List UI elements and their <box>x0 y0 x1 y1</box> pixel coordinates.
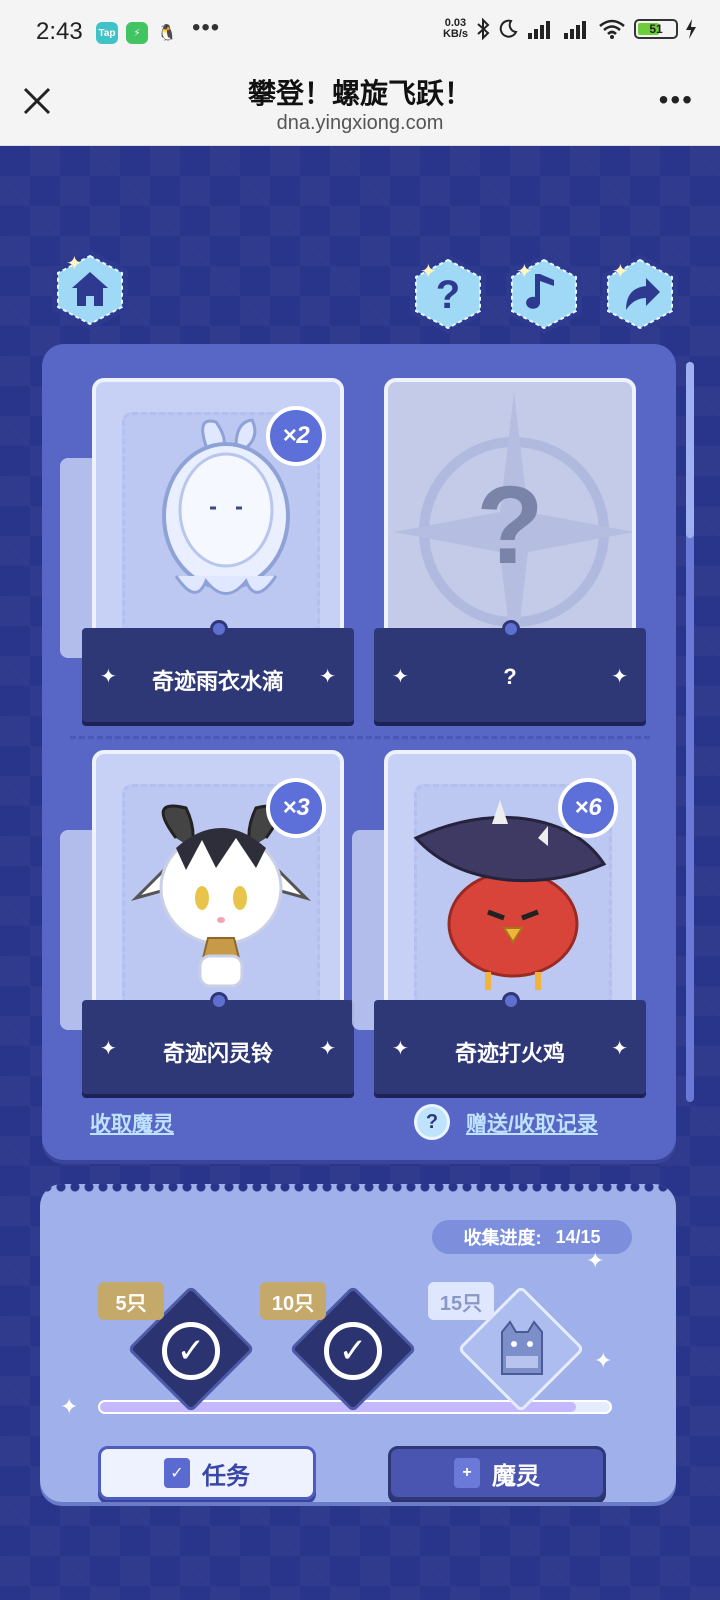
network-speed: 0.03 KB/s <box>443 18 468 40</box>
card-spirit-bell[interactable]: ×3 ✦ 奇迹闪灵铃 ✦ <box>60 750 354 1094</box>
home-icon: ✦ <box>52 250 128 330</box>
bluetooth-icon <box>477 18 490 40</box>
card-count-badge: ×6 <box>558 778 618 838</box>
spirit-button-label: 魔灵 <box>492 1462 540 1490</box>
do-not-disturb-moon-icon <box>499 19 518 38</box>
battery-icon: 51 <box>634 19 678 39</box>
sparkle-icon: ✦ <box>319 1038 336 1060</box>
collection-progress-panel: 收集进度: 14/15 ✓ 5只 ✓ 10只 15只 ✦ ✦ ✦ ✓ 任务 + … <box>40 1184 676 1502</box>
svg-text:✦: ✦ <box>516 261 533 283</box>
wifi-icon <box>599 19 625 39</box>
card-count-badge: ×3 <box>266 778 326 838</box>
folder-add-icon: + <box>454 1458 480 1488</box>
gift-receive-records-link[interactable]: 赠送/收取记录 <box>466 1108 598 1138</box>
sparkle-icon: ✦ <box>319 666 336 688</box>
signal-icon-2 <box>564 21 586 39</box>
svg-text:?: ? <box>436 273 460 317</box>
card-face: ? <box>384 378 636 640</box>
qq-icon: 🐧 <box>156 22 178 44</box>
sparkle-icon: ✦ <box>586 1248 605 1273</box>
music-note-icon: ✦ <box>506 254 582 334</box>
progress-value: 14/15 <box>555 1226 601 1247</box>
records-help-icon[interactable]: ? <box>414 1104 450 1140</box>
card-count-badge: ×2 <box>266 406 326 466</box>
charging-icon <box>686 19 696 39</box>
card-raincoat-droplet[interactable]: ×2 ✦ 奇迹雨衣水滴 ✦ <box>60 378 354 722</box>
help-button[interactable]: ? ✦ <box>404 250 492 338</box>
progress-label-text: 收集进度: <box>463 1228 542 1248</box>
share-button[interactable]: ✦ <box>596 250 684 338</box>
card-nameplate: ✦ 奇迹打火鸡 ✦ <box>374 992 646 1094</box>
card-nameplate: ✦ ? ✦ <box>374 620 646 722</box>
question-icon: ? ✦ <box>410 254 486 334</box>
more-menu-icon[interactable]: ••• <box>659 84 694 116</box>
cat-box-reward-icon <box>501 1320 543 1375</box>
svg-text:✦: ✦ <box>66 253 83 275</box>
card-face: ×3 <box>92 750 344 1012</box>
browser-header: 攀登！螺旋飞跃！ dna.yingxiong.com ••• <box>0 64 720 146</box>
card-face: ×6 <box>384 750 636 1012</box>
card-name: ? <box>503 664 517 689</box>
sparkle-icon: ✦ <box>594 1348 613 1373</box>
battery-level: 51 <box>649 22 663 36</box>
scrollbar-thumb[interactable] <box>686 362 694 538</box>
card-name: 奇迹打火鸡 <box>454 1041 565 1066</box>
spirit-button[interactable]: + 魔灵 <box>388 1446 606 1500</box>
milestone-5[interactable]: ✓ 5只 <box>98 1282 255 1413</box>
signal-icon <box>528 21 550 39</box>
milestone-15[interactable]: 15只 <box>428 1282 585 1413</box>
music-button[interactable]: ✦ <box>500 250 588 338</box>
milestone-tag: 15只 <box>428 1282 494 1320</box>
status-time: 2:43 <box>36 18 83 45</box>
card-name: 奇迹雨衣水滴 <box>151 669 284 694</box>
task-button-label: 任务 <box>202 1462 250 1490</box>
page-url: dna.yingxiong.com <box>276 112 444 134</box>
share-icon: ✦ <box>602 254 678 334</box>
task-button[interactable]: ✓ 任务 <box>98 1446 316 1500</box>
collect-spirits-link[interactable]: 收取魔灵 <box>90 1108 174 1138</box>
sparkle-icon: ✦ <box>611 1038 628 1060</box>
milestone-10[interactable]: ✓ 10只 <box>260 1282 417 1413</box>
network-speed-unit: KB/s <box>442 28 468 40</box>
unknown-question-mark: ? <box>476 464 544 587</box>
card-face: ×2 <box>92 378 344 640</box>
card-fire-chicken[interactable]: ×6 ✦ 奇迹打火鸡 ✦ <box>352 750 646 1094</box>
task-document-icon: ✓ <box>164 1458 190 1488</box>
card-unknown[interactable]: ? ✦ ? ✦ <box>374 378 646 722</box>
card-name: 奇迹闪灵铃 <box>162 1041 273 1066</box>
card-nameplate: ✦ 奇迹闪灵铃 ✦ <box>82 992 354 1094</box>
milestone-tag: 5只 <box>98 1282 164 1320</box>
taptap-icon: Tap <box>96 22 118 44</box>
milestone-tag: 10只 <box>260 1282 326 1320</box>
game-area: ✦ ? ✦ ✦ ✦ ×2 ✦ 奇迹雨衣水滴 ✦ ? ✦ ? ✦ ×3 ✦ 奇迹闪… <box>0 146 720 1600</box>
battery-saver-app-icon: ⚡ <box>126 22 148 44</box>
claimed-check-icon: ✓ <box>162 1322 220 1380</box>
card-collection-panel: ×2 ✦ 奇迹雨衣水滴 ✦ ? ✦ ? ✦ ×3 ✦ 奇迹闪灵铃 ✦ ×6 ✦ … <box>42 344 676 1160</box>
row-divider <box>70 736 650 739</box>
sparkle-icon: ✦ <box>60 1394 79 1419</box>
notification-overflow-icon: ••• <box>192 14 221 41</box>
svg-text:✦: ✦ <box>420 261 437 283</box>
card-nameplate: ✦ 奇迹雨衣水滴 ✦ <box>82 620 354 722</box>
page-title: 攀登！螺旋飞跃！ <box>247 78 472 109</box>
home-button[interactable]: ✦ <box>46 246 134 334</box>
claimed-check-icon: ✓ <box>324 1322 382 1380</box>
svg-text:✦: ✦ <box>612 261 629 283</box>
sparkle-icon: ✦ <box>611 666 628 688</box>
status-bar: 2:43 Tap ⚡ 🐧 ••• 0.03 KB/s 51 <box>0 0 720 64</box>
